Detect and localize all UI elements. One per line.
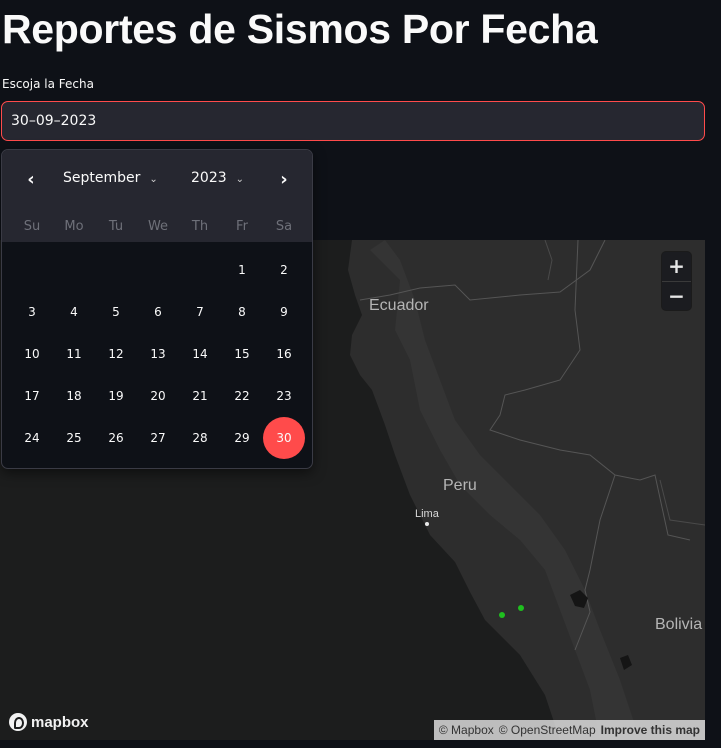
earthquake-marker[interactable]: [499, 612, 505, 618]
calendar-day[interactable]: 19: [95, 375, 137, 417]
calendar-blank-cell: [95, 249, 137, 291]
calendar-day[interactable]: 11: [53, 333, 95, 375]
zoom-out-button[interactable]: −: [662, 281, 691, 310]
calendar-day[interactable]: 26: [95, 417, 137, 459]
weekday-label: Mo: [64, 219, 84, 234]
date-field-label: Escoja la Fecha: [2, 77, 94, 91]
attribution-mapbox-link[interactable]: © Mapbox: [439, 720, 494, 740]
calendar-day[interactable]: 5: [95, 291, 137, 333]
calendar-day[interactable]: 3: [11, 291, 53, 333]
chevron-down-icon: ⌄: [149, 174, 158, 185]
calendar-day[interactable]: 1: [221, 249, 263, 291]
attribution-osm-link[interactable]: © OpenStreetMap: [499, 720, 596, 740]
map-label-lima: Lima: [415, 508, 439, 520]
weekday-label: Fr: [236, 219, 248, 234]
calendar-blank-cell: [137, 249, 179, 291]
calendar-day-selected[interactable]: 30: [263, 417, 305, 459]
date-picker-popover: ‹ September ⌄ 2023 ⌄ › Su Mo Tu We Th Fr Sa 1234…: [1, 149, 313, 469]
calendar-day[interactable]: 4: [53, 291, 95, 333]
calendar-day[interactable]: 17: [11, 375, 53, 417]
calendar-day[interactable]: 25: [53, 417, 95, 459]
map-attribution: © Mapbox © OpenStreetMap Improve this ma…: [433, 720, 705, 740]
month-select[interactable]: September ⌄: [63, 170, 158, 186]
weekday-label: Th: [191, 219, 209, 234]
calendar-day[interactable]: 2: [263, 249, 305, 291]
calendar-day[interactable]: 20: [137, 375, 179, 417]
calendar-blank-cell: [53, 249, 95, 291]
mapbox-logo-icon: [9, 713, 27, 731]
calendar-day[interactable]: 12: [95, 333, 137, 375]
calendar-day[interactable]: 29: [221, 417, 263, 459]
weekday-label: Su: [23, 219, 41, 234]
calendar-day[interactable]: 22: [221, 375, 263, 417]
calendar-day[interactable]: 27: [137, 417, 179, 459]
zoom-control: + −: [662, 252, 691, 310]
previous-month-button[interactable]: ‹: [19, 168, 43, 192]
calendar-header: ‹ September ⌄ 2023 ⌄ › Su Mo Tu We Th Fr Sa: [2, 150, 312, 242]
calendar-day[interactable]: 18: [53, 375, 95, 417]
date-input[interactable]: 30–09–2023: [1, 101, 705, 141]
mapbox-logo-text: mapbox: [31, 713, 89, 731]
earthquake-marker[interactable]: [518, 605, 524, 611]
calendar-day[interactable]: 16: [263, 333, 305, 375]
calendar-blank-cell: [179, 249, 221, 291]
lima-city-dot: [425, 522, 429, 526]
calendar-blank-cell: [11, 249, 53, 291]
calendar-day[interactable]: 8: [221, 291, 263, 333]
weekday-label: Tu: [108, 219, 124, 234]
weekday-header-row: Su Mo Tu We Th Fr Sa: [11, 219, 305, 234]
calendar-day[interactable]: 23: [263, 375, 305, 417]
calendar-day[interactable]: 10: [11, 333, 53, 375]
map-label-bolivia: Bolivia: [655, 616, 703, 633]
calendar-day[interactable]: 21: [179, 375, 221, 417]
calendar-day[interactable]: 24: [11, 417, 53, 459]
map-label-ecuador: Ecuador: [369, 297, 429, 314]
calendar-day[interactable]: 9: [263, 291, 305, 333]
year-select-label: 2023: [191, 170, 227, 186]
calendar-day[interactable]: 7: [179, 291, 221, 333]
weekday-label: We: [147, 219, 169, 234]
calendar-days-grid: 1 2 3 4 5 6 7 8 9 10 11 12 13 14 15 16 17 18 19 20 21 22 23 24 2…: [11, 249, 305, 459]
improve-map-link[interactable]: Improve this map: [601, 720, 700, 740]
zoom-in-button[interactable]: +: [662, 252, 691, 281]
calendar-day[interactable]: 13: [137, 333, 179, 375]
mapbox-logo[interactable]: mapbox: [9, 713, 89, 731]
calendar-day[interactable]: 15: [221, 333, 263, 375]
month-select-label: September: [63, 170, 141, 186]
calendar-day[interactable]: 28: [179, 417, 221, 459]
calendar-day[interactable]: 14: [179, 333, 221, 375]
map-label-peru: Peru: [443, 477, 477, 494]
calendar-day[interactable]: 6: [137, 291, 179, 333]
chevron-down-icon: ⌄: [235, 174, 245, 185]
weekday-label: Sa: [275, 219, 293, 234]
page-title: Reportes de Sismos Por Fecha: [2, 6, 598, 52]
next-month-button[interactable]: ›: [272, 168, 296, 192]
year-select[interactable]: 2023 ⌄: [191, 170, 244, 186]
